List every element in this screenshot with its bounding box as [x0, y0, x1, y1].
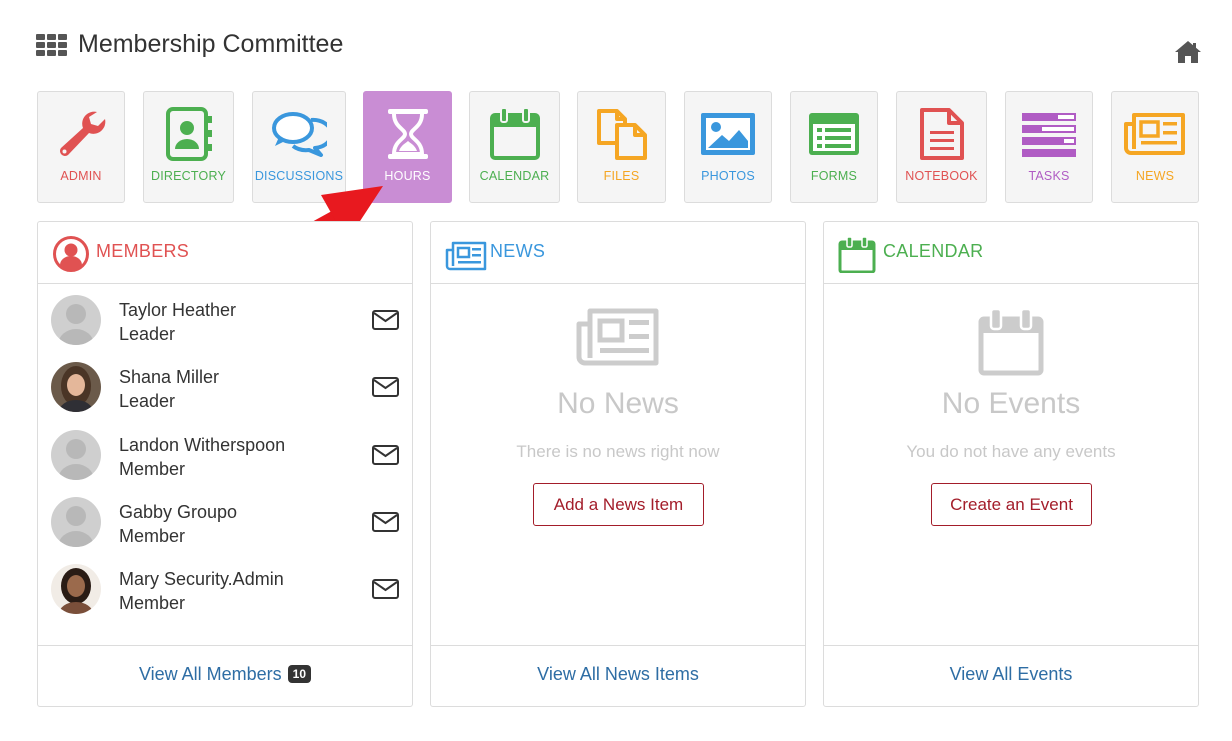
- panel-title: NEWS: [490, 241, 546, 261]
- member-row[interactable]: Gabby Groupo Member: [38, 497, 412, 563]
- tile-label: FILES: [603, 169, 640, 183]
- calendar-icon: [489, 107, 540, 160]
- notebook-icon: [919, 108, 964, 160]
- files-icon: [596, 109, 647, 160]
- panel-title: CALENDAR: [883, 241, 984, 261]
- member-role: Member: [119, 526, 186, 546]
- tasks-icon: [1022, 113, 1076, 157]
- member-row[interactable]: Mary Security.Admin Member: [38, 564, 412, 630]
- envelope-icon[interactable]: [372, 377, 399, 397]
- panel-title: MEMBERS: [96, 241, 190, 261]
- add-news-item-button[interactable]: Add a News Item: [533, 483, 704, 526]
- member-role: Member: [119, 593, 186, 613]
- tile-label: DIRECTORY: [151, 169, 226, 183]
- tile-label: NEWS: [1135, 169, 1175, 183]
- empty-state-icon: [824, 307, 1198, 376]
- newspaper-icon: [1124, 113, 1185, 155]
- photo-icon: [701, 113, 755, 155]
- create-event-button[interactable]: Create an Event: [931, 483, 1092, 526]
- newspaper-icon: [576, 308, 659, 366]
- tile-notebook[interactable]: NOTEBOOK: [896, 91, 987, 203]
- members-panel-footer: View All Members 10: [38, 645, 412, 706]
- tile-directory[interactable]: DIRECTORY: [143, 91, 234, 203]
- calendar-icon: [838, 236, 876, 273]
- view-all-members-link[interactable]: View All Members 10: [38, 664, 412, 685]
- avatar[interactable]: [51, 295, 101, 345]
- chat-bubbles-icon: [272, 112, 327, 157]
- member-role: Leader: [119, 324, 176, 344]
- page-title: Membership Committee: [78, 30, 344, 58]
- hourglass-icon: [387, 109, 428, 159]
- tile-hours[interactable]: HOURS: [363, 91, 452, 203]
- page-header: Membership Committee: [36, 30, 1202, 66]
- newspaper-icon: [445, 241, 487, 271]
- calendar-panel-header: CALENDAR: [824, 222, 1198, 284]
- member-name[interactable]: Landon Witherspoon: [119, 435, 285, 456]
- avatar[interactable]: [51, 564, 101, 614]
- tile-label: HOURS: [384, 169, 431, 183]
- empty-state-title: No Events: [941, 387, 1081, 420]
- member-row[interactable]: Landon Witherspoon Member: [38, 430, 412, 496]
- member-role: Leader: [119, 391, 176, 411]
- avatar[interactable]: [51, 497, 101, 547]
- tile-files[interactable]: FILES: [577, 91, 666, 203]
- avatar[interactable]: [51, 430, 101, 480]
- empty-state-icon: [431, 307, 805, 373]
- tile-label: ADMIN: [60, 169, 102, 183]
- calendar-panel-footer: View All Events: [824, 645, 1198, 706]
- member-name[interactable]: Taylor Heather: [119, 300, 236, 321]
- envelope-icon[interactable]: [372, 445, 399, 465]
- empty-state-subtitle: There is no news right now: [516, 442, 720, 461]
- member-row[interactable]: Taylor Heather Leader: [38, 295, 412, 361]
- member-row[interactable]: Shana Miller Leader: [38, 362, 412, 428]
- envelope-icon[interactable]: [372, 310, 399, 330]
- tile-news[interactable]: NEWS: [1111, 91, 1199, 203]
- empty-state-subtitle: You do not have any events: [906, 442, 1116, 461]
- member-count-badge: 10: [287, 665, 312, 683]
- grid-icon[interactable]: [36, 34, 67, 57]
- view-all-news-link[interactable]: View All News Items: [431, 664, 805, 685]
- tile-discussions[interactable]: DISCUSSIONS: [252, 91, 346, 203]
- address-book-icon: [165, 107, 212, 161]
- tile-tasks[interactable]: TASKS: [1005, 91, 1093, 203]
- calendar-panel: CALENDAR No Events You do not have any e…: [823, 221, 1199, 707]
- tile-calendar[interactable]: CALENDAR: [469, 91, 560, 203]
- member-name[interactable]: Mary Security.Admin: [119, 569, 284, 590]
- form-icon: [809, 113, 859, 155]
- news-panel-footer: View All News Items: [431, 645, 805, 706]
- wrench-icon: [59, 111, 106, 157]
- envelope-icon[interactable]: [372, 512, 399, 532]
- tile-label: NOTEBOOK: [905, 169, 978, 183]
- tile-admin[interactable]: ADMIN: [37, 91, 125, 203]
- member-name[interactable]: Gabby Groupo: [119, 502, 237, 523]
- tile-label: FORMS: [810, 169, 858, 183]
- member-role: Member: [119, 459, 186, 479]
- user-circle-icon: [53, 236, 89, 272]
- tile-forms[interactable]: FORMS: [790, 91, 878, 203]
- tile-label: CALENDAR: [479, 169, 550, 183]
- calendar-icon: [978, 307, 1044, 376]
- home-icon[interactable]: [1174, 40, 1202, 64]
- view-all-events-link[interactable]: View All Events: [824, 664, 1198, 685]
- members-panel: MEMBERS Taylor Heather Leader Shana Mill…: [37, 221, 413, 707]
- tile-label: PHOTOS: [701, 169, 755, 183]
- news-panel-header: NEWS: [431, 222, 805, 284]
- members-panel-header: MEMBERS: [38, 222, 412, 284]
- envelope-icon[interactable]: [372, 579, 399, 599]
- tile-label: DISCUSSIONS: [254, 169, 344, 183]
- tile-label: TASKS: [1028, 169, 1070, 183]
- link-text[interactable]: View All Members: [139, 664, 282, 684]
- avatar[interactable]: [51, 362, 101, 412]
- member-name[interactable]: Shana Miller: [119, 367, 219, 388]
- empty-state-title: No News: [557, 387, 679, 420]
- tile-photos[interactable]: PHOTOS: [684, 91, 772, 203]
- news-panel: NEWS No News There is no news right now …: [430, 221, 806, 707]
